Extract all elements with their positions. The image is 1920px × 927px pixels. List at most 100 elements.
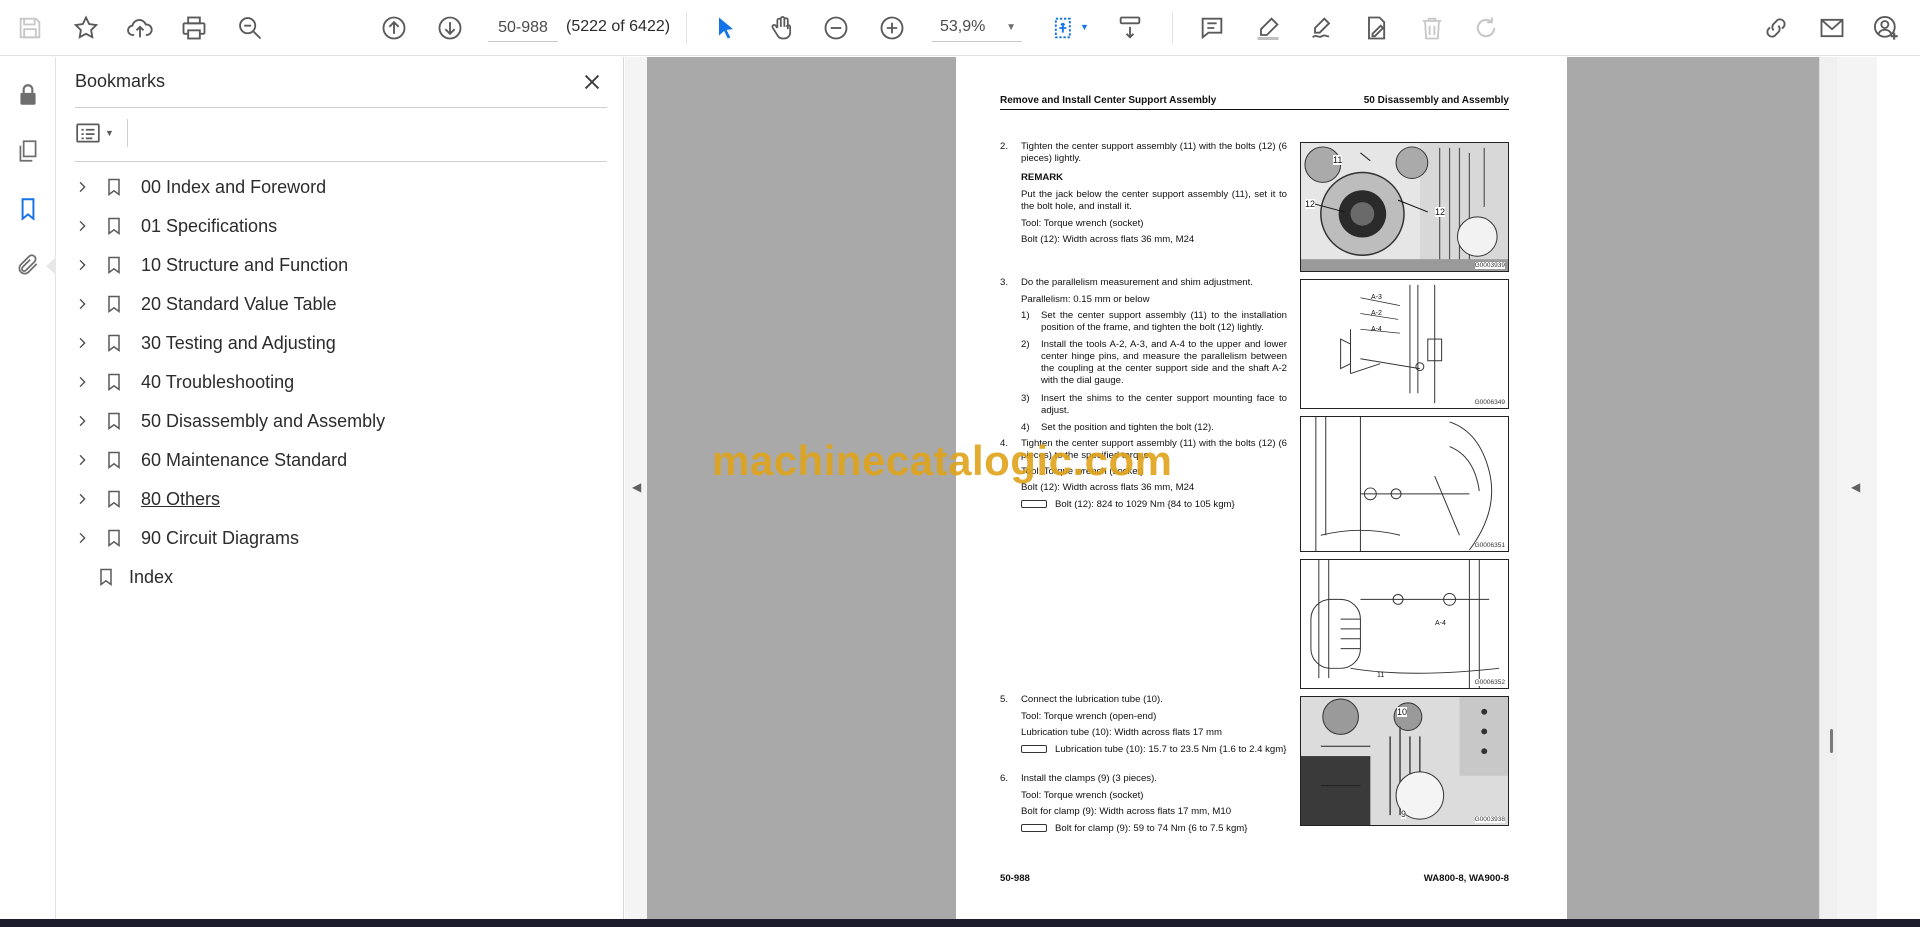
substep-text: Insert the shims to the center support m… <box>1041 393 1287 416</box>
chevron-right-icon[interactable] <box>71 254 93 276</box>
bookmark-icon <box>103 292 125 316</box>
torque-spec: Lubrication tube (10): 15.7 to 23.5 Nm {… <box>1021 744 1287 756</box>
attachment-icon[interactable] <box>10 247 46 283</box>
bookmark-item[interactable]: 90 Circuit Diagrams <box>71 522 611 554</box>
bookmark-item[interactable]: Index <box>71 561 611 593</box>
bookmark-label: 40 Troubleshooting <box>141 371 295 392</box>
expand-right-icon[interactable]: ◀ <box>1851 480 1860 494</box>
chevron-right-icon[interactable] <box>71 176 93 198</box>
zoom-search-icon[interactable] <box>232 10 268 46</box>
bookmark-item[interactable]: 00 Index and Foreword <box>71 171 611 203</box>
active-panel-pointer <box>46 257 56 275</box>
bookmark-icon <box>103 331 125 355</box>
substep-number: 3) <box>1021 393 1030 404</box>
vertical-scrollbar[interactable] <box>1819 57 1837 919</box>
callout-label: 11 <box>1377 672 1385 679</box>
step-text: Do the parallelism measurement and shim … <box>1021 277 1253 288</box>
right-panel-collapse-bar[interactable]: ◀ <box>1837 57 1877 919</box>
callout-label: 9 <box>1401 809 1407 819</box>
bookmark-icon <box>103 526 125 550</box>
step-number: 5. <box>1000 694 1009 705</box>
page-header-section: 50 Disassembly and Assembly <box>1363 95 1509 106</box>
main-toolbar: (5222 of 6422) 53,9% ▼ ▼ <box>0 0 1920 56</box>
hand-tool-icon[interactable] <box>764 10 800 46</box>
page-header-title: Remove and Install Center Support Assemb… <box>1000 95 1217 106</box>
figure-code: G0006352 <box>1474 679 1505 686</box>
bookmark-item[interactable]: 50 Disassembly and Assembly <box>71 405 611 437</box>
callout-label: 12 <box>1435 207 1446 217</box>
zoom-level-select[interactable]: 53,9% ▼ <box>932 14 1022 42</box>
draw-signature-icon[interactable] <box>1304 10 1340 46</box>
page-footer-number: 50-988 <box>1000 873 1030 884</box>
torque-wrench-icon <box>1021 745 1047 754</box>
bookmark-icon <box>103 175 125 199</box>
chevron-right-icon[interactable] <box>71 371 93 393</box>
email-icon[interactable] <box>1814 10 1850 46</box>
fit-page-icon[interactable] <box>1046 10 1082 46</box>
substep-text: Set the position and tighten the bolt (1… <box>1041 422 1214 433</box>
bookmark-item[interactable]: 10 Structure and Function <box>71 249 611 281</box>
scroll-mode-icon[interactable] <box>1112 10 1148 46</box>
bookmark-label: 01 Specifications <box>141 215 278 236</box>
bookmark-label: 20 Standard Value Table <box>141 293 337 314</box>
edit-document-icon[interactable] <box>1358 10 1394 46</box>
torque-value: Bolt for clamp (9): 59 to 74 Nm {6 to 7.… <box>1055 823 1248 834</box>
chevron-right-icon[interactable] <box>71 215 93 237</box>
chevron-right-icon[interactable] <box>71 332 93 354</box>
divider <box>127 119 128 147</box>
zoom-in-icon[interactable] <box>874 10 910 46</box>
bookmark-label: 10 Structure and Function <box>141 254 349 275</box>
chevron-right-icon[interactable] <box>71 488 93 510</box>
scrollbar-thumb[interactable] <box>1830 729 1833 753</box>
previous-page-icon[interactable] <box>376 10 412 46</box>
pages-thumbnails-icon[interactable] <box>10 133 46 169</box>
substep-number: 4) <box>1021 422 1030 433</box>
bookmark-item[interactable]: 60 Maintenance Standard <box>71 444 611 476</box>
document-viewport[interactable]: ◀ Remove and Install Center Support Asse… <box>625 57 1877 919</box>
chevron-right-icon[interactable] <box>71 527 93 549</box>
chevron-down-icon[interactable]: ▼ <box>1080 22 1089 32</box>
chevron-right-icon[interactable] <box>71 293 93 315</box>
close-panel-button[interactable] <box>577 67 607 97</box>
upload-cloud-icon[interactable] <box>122 10 158 46</box>
bookmark-icon <box>103 253 125 277</box>
bookmark-panel-icon[interactable] <box>10 191 46 227</box>
bolt-spec: Bolt (12): Width across flats 36 mm, M24 <box>1021 234 1195 245</box>
chevron-right-icon[interactable] <box>71 449 93 471</box>
save-icon[interactable] <box>12 10 48 46</box>
torque-spec: Bolt (12): 824 to 1029 Nm {84 to 105 kgm… <box>1021 499 1235 511</box>
zoom-out-icon[interactable] <box>818 10 854 46</box>
header-rule <box>1000 109 1509 110</box>
lock-icon[interactable] <box>10 77 46 113</box>
bookmark-options-button[interactable]: ▼ <box>75 117 121 149</box>
collapse-left-icon[interactable]: ◀ <box>632 480 641 494</box>
left-panel-collapse-bar[interactable]: ◀ <box>625 57 647 919</box>
step-text: Tighten the center support assembly (11)… <box>1021 141 1287 164</box>
delete-icon[interactable] <box>1414 10 1450 46</box>
watermark-text: machinecatalogic.com <box>712 437 1173 484</box>
toolbar-divider <box>1172 12 1173 44</box>
right-tools-pane <box>1877 57 1920 919</box>
bookmark-item[interactable]: 80 Others <box>71 483 611 515</box>
share-link-icon[interactable] <box>1758 10 1794 46</box>
page-number-input[interactable] <box>488 14 558 42</box>
step-number: 6. <box>1000 773 1009 784</box>
select-cursor-icon[interactable] <box>708 10 744 46</box>
bookmark-item[interactable]: 01 Specifications <box>71 210 611 242</box>
bookmark-item[interactable]: 20 Standard Value Table <box>71 288 611 320</box>
star-icon[interactable] <box>68 10 104 46</box>
bookmark-icon <box>103 370 125 394</box>
bookmark-item[interactable]: 30 Testing and Adjusting <box>71 327 611 359</box>
print-icon[interactable] <box>176 10 212 46</box>
next-page-icon[interactable] <box>432 10 468 46</box>
redo-icon[interactable] <box>1468 10 1504 46</box>
bolt-spec: Bolt for clamp (9): Width across flats 1… <box>1021 806 1232 817</box>
add-user-icon[interactable] <box>1868 10 1904 46</box>
substep-text: Install the tools A-2, A-3, and A-4 to t… <box>1041 339 1287 386</box>
bookmark-item[interactable]: 40 Troubleshooting <box>71 366 611 398</box>
comment-icon[interactable] <box>1194 10 1230 46</box>
step-number: 2. <box>1000 141 1009 152</box>
chevron-right-icon[interactable] <box>71 410 93 432</box>
substep-number: 2) <box>1021 339 1030 350</box>
highlight-pen-icon[interactable] <box>1250 10 1286 46</box>
